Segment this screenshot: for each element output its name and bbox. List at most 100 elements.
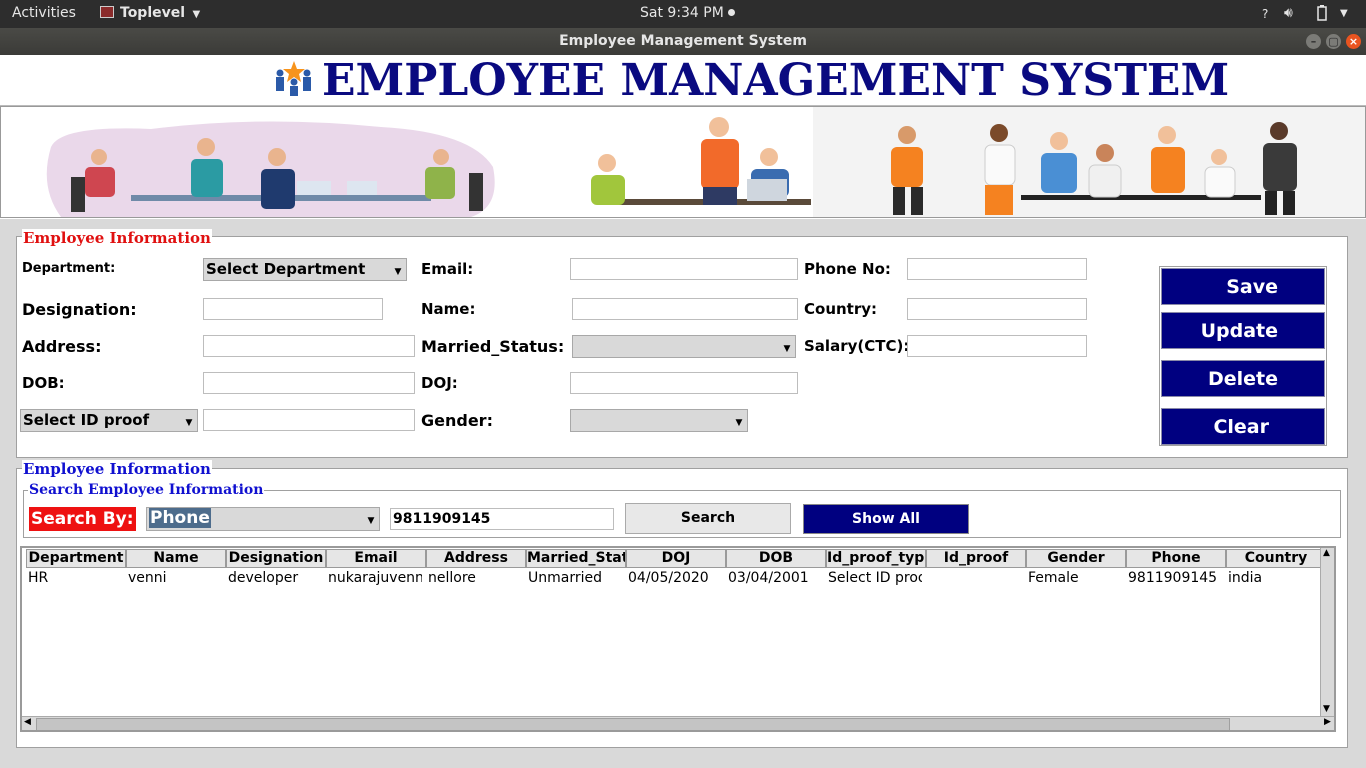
app-menu[interactable]: Toplevel ▼ [100,5,200,21]
country-field[interactable] [907,298,1087,320]
table-cell: Unmarried [528,570,602,586]
phone-label: Phone No: [804,260,891,278]
page-title: EMPLOYEE MANAGEMENT SYSTEM [322,55,1230,106]
help-icon[interactable]: ? [1262,7,1268,21]
chevron-down-icon[interactable]: ▼ [1340,8,1348,19]
designation-label: Designation: [22,300,137,319]
search-by-select[interactable]: Phone ▼ [146,507,380,531]
column-header[interactable]: Address [426,549,526,568]
window-title: Employee Management System [559,33,807,49]
app-header: EMPLOYEE MANAGEMENT SYSTEM [0,55,1366,106]
column-header[interactable]: DOJ [626,549,726,568]
table-cell [928,570,1022,588]
maximize-icon[interactable]: ▢ [1326,34,1341,49]
window-title-bar: Employee Management System – ▢ × [0,28,1366,55]
battery-icon[interactable] [1316,5,1328,25]
dob-field[interactable] [203,372,415,394]
id-proof-select-value: Select ID proof [23,411,150,429]
dropdown-arrow-icon: ▼ [367,516,375,526]
scroll-up-icon[interactable]: ▲ [1323,548,1330,558]
show-all-button[interactable]: Show All [803,504,969,534]
search-input[interactable]: 9811909145 [390,508,614,530]
email-field[interactable] [570,258,798,280]
column-header[interactable]: Department [26,549,126,568]
activities-button[interactable]: Activities [12,5,76,21]
scroll-right-icon[interactable]: ▶ [1324,717,1331,727]
table-cell: 9811909145 [1128,570,1218,586]
table-cell: nellore [428,570,476,586]
doj-field[interactable] [570,372,798,394]
name-field[interactable] [572,298,798,320]
app-menu-label: Toplevel [120,5,186,21]
delete-button[interactable]: Delete [1161,360,1325,397]
office-people-illustration [46,107,1365,217]
column-header[interactable]: DOB [726,549,826,568]
scrollbar-thumb[interactable] [36,718,1230,730]
minimize-icon[interactable]: – [1306,34,1321,49]
employee-list-legend: Employee Information [22,460,212,478]
column-header[interactable]: Gender [1026,549,1126,568]
chevron-down-icon: ▼ [192,9,201,20]
doj-label: DOJ: [421,374,458,392]
scroll-down-icon[interactable]: ▼ [1323,704,1330,714]
window-icon [100,6,114,18]
search-legend: Search Employee Information [28,482,265,498]
employee-form-legend: Employee Information [22,229,212,247]
employee-table[interactable]: Department Name Designation Email Address Mar… [20,546,1336,732]
address-field[interactable] [203,335,415,357]
dob-label: DOB: [22,374,65,392]
salary-label: Salary(CTC): [804,337,910,355]
table-cell: HR [28,570,49,586]
clock-label: Sat 9:34 PM [640,5,724,21]
search-by-label: Search By: [29,507,136,531]
vertical-scrollbar[interactable]: ▲ ▼ [1320,548,1334,716]
column-header[interactable]: Designation [226,549,326,568]
id-proof-field[interactable] [203,409,415,431]
column-header[interactable]: Id_proof_type [826,549,926,568]
dropdown-arrow-icon: ▼ [783,344,791,354]
scroll-left-icon[interactable]: ◀ [24,717,31,727]
column-header[interactable]: Country [1226,549,1326,568]
volume-icon[interactable]: 🔊︎ [1284,5,1293,21]
phone-field[interactable] [907,258,1087,280]
horizontal-scrollbar[interactable]: ◀ ▶ [22,716,1334,730]
column-header[interactable]: Married_Stat [526,549,626,568]
country-label: Country: [804,300,878,318]
married-status-select[interactable]: ▼ [572,335,796,358]
table-cell: nukarajuvenne [328,570,422,586]
system-top-bar: Activities Toplevel ▼ Sat 9:34 PM ? 🔊︎ ▼ [0,0,1366,28]
update-button[interactable]: Update [1161,312,1325,349]
address-label: Address: [22,337,102,356]
department-label: Department: [22,261,116,276]
id-proof-select[interactable]: Select ID proof ▼ [20,409,198,432]
table-cell: 03/04/2001 [728,570,809,586]
dot-icon [728,9,736,16]
salary-field[interactable] [907,335,1087,357]
gender-label: Gender: [421,411,493,430]
dropdown-arrow-icon: ▼ [394,267,402,277]
department-select-value: Select Department [206,260,366,278]
dropdown-arrow-icon: ▼ [185,418,193,428]
column-header[interactable]: Email [326,549,426,568]
column-header[interactable]: Phone [1126,549,1226,568]
dropdown-arrow-icon: ▼ [735,418,743,428]
gender-select[interactable]: ▼ [570,409,748,432]
table-cell: Female [1028,570,1079,586]
save-button[interactable]: Save [1161,268,1325,305]
column-header[interactable]: Name [126,549,226,568]
team-banner-image [0,106,1366,218]
clock[interactable]: Sat 9:34 PM [640,5,736,21]
search-by-value: Phone [149,508,211,528]
column-header[interactable]: Id_proof [926,549,1026,568]
table-cell: Select ID proof [828,570,922,586]
search-button[interactable]: Search [625,503,791,534]
table-cell: india [1228,570,1263,586]
team-logo-icon [276,61,311,96]
clear-button[interactable]: Clear [1161,408,1325,445]
close-icon[interactable]: × [1346,34,1361,49]
department-select[interactable]: Select Department ▼ [203,258,407,281]
table-cell: venni [128,570,167,586]
table-cell: developer [228,570,299,586]
designation-field[interactable] [203,298,383,320]
email-label: Email: [421,260,474,278]
